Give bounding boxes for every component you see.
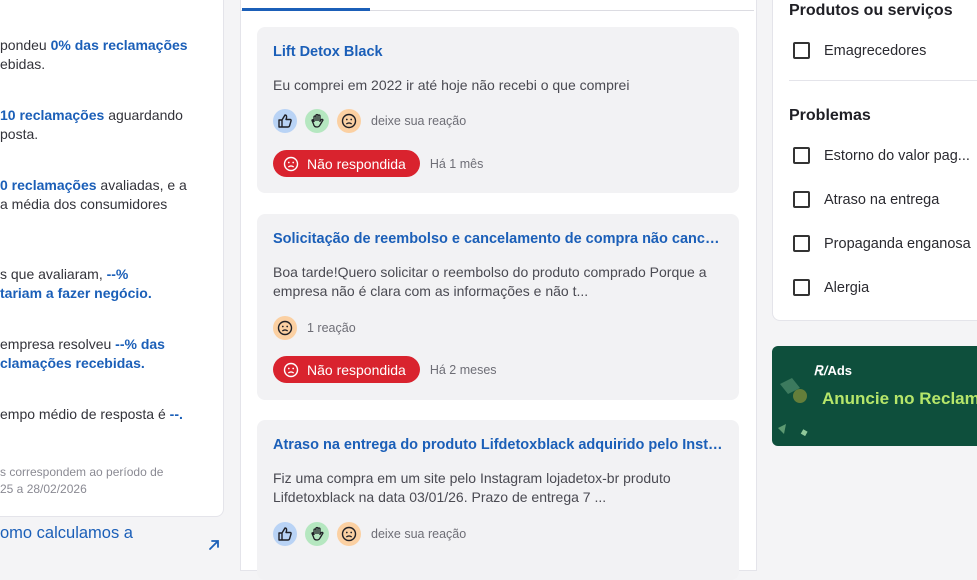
period-note: s correspondem ao período de 25 a 28/02/… — [0, 464, 163, 498]
stat-text: posta. — [0, 126, 39, 142]
tab-active-indicator — [242, 8, 370, 11]
stat-text: a média dos consumidores — [0, 196, 168, 212]
filter-label[interactable]: Emagrecedores — [824, 43, 926, 59]
filter-option-atraso[interactable]: Atraso na entrega — [793, 191, 939, 208]
period-line: s correspondem ao período de — [0, 465, 164, 479]
divider — [789, 80, 977, 81]
checkbox[interactable] — [793, 191, 810, 208]
status-row: Não respondida Há 1 mês — [273, 150, 483, 177]
reaction-label: deixe sua reação — [371, 527, 467, 541]
stat-would-do-business: s que avaliaram, --% tariam a fazer negó… — [0, 265, 205, 303]
sad-face-icon[interactable] — [337, 522, 361, 546]
complaint-time: Há 1 mês — [429, 156, 484, 171]
complaint-title[interactable]: Lift Detox Black — [273, 44, 723, 60]
thumbs-up-icon[interactable] — [273, 109, 297, 133]
stat-text: pondeu — [0, 37, 51, 53]
complaint-time: Há 2 meses — [429, 362, 497, 377]
complaint-title[interactable]: Solicitação de reembolso e cancelamento … — [273, 231, 723, 247]
stat-text: ebidas. — [0, 56, 46, 72]
stat-highlight: --% — [106, 266, 129, 282]
complaint-card[interactable]: Atraso na entrega do produto Lifdetoxbla… — [257, 420, 739, 580]
reaction-bar: deixe sua reação — [273, 109, 466, 133]
filter-label[interactable]: Estorno do valor pag... — [824, 148, 970, 164]
period-line: 25 a 28/02/2026 — [0, 482, 87, 496]
filter-label[interactable]: Atraso na entrega — [824, 192, 939, 208]
how-we-calculate-link[interactable]: omo calculamos a — [0, 524, 133, 543]
stat-text: aguardando — [104, 107, 183, 123]
products-heading: Produtos ou serviços — [789, 2, 953, 19]
reaction-label: deixe sua reação — [371, 114, 467, 128]
status-label: Não respondida — [307, 155, 406, 172]
complaint-title[interactable]: Atraso na entrega do produto Lifdetoxbla… — [273, 437, 723, 453]
stat-text: avaliadas, e a — [96, 177, 187, 193]
checkbox[interactable] — [793, 235, 810, 252]
raised-hand-icon[interactable] — [305, 109, 329, 133]
ra-logo-icon: Ꭱ/ — [814, 363, 828, 378]
filter-label[interactable]: Propaganda enganosa — [824, 236, 971, 252]
complaint-card[interactable]: Solicitação de reembolso e cancelamento … — [257, 214, 739, 400]
stat-response-time: empo médio de resposta é --. — [0, 405, 205, 424]
complaint-excerpt: Eu comprei em 2022 ir até hoje não receb… — [273, 77, 630, 93]
raised-hand-icon[interactable] — [305, 522, 329, 546]
problems-heading: Problemas — [789, 107, 871, 124]
ads-title[interactable]: Anuncie no Reclam — [822, 389, 977, 409]
sad-face-icon[interactable] — [337, 109, 361, 133]
stat-text: empo médio de resposta é — [0, 406, 170, 422]
stat-highlight: 0 reclamações — [0, 177, 97, 193]
stat-awaiting: 10 reclamações aguardando posta. — [0, 106, 205, 144]
stat-highlight: 0% das reclamações — [50, 37, 188, 53]
filter-option-estorno[interactable]: Estorno do valor pag... — [793, 147, 970, 164]
stat-text: empresa resolveu — [0, 336, 116, 352]
stat-highlight: --. — [169, 406, 183, 422]
sad-face-icon — [283, 156, 299, 171]
stat-highlight: 10 reclamações — [0, 107, 105, 123]
complaint-excerpt: Fiz uma compra em um site pelo Instagram… — [273, 470, 671, 505]
status-row: Não respondida Há 2 meses — [273, 356, 497, 383]
filter-option-alergia[interactable]: Alergia — [793, 279, 869, 296]
stat-solved: empresa resolveu --% das clamações receb… — [0, 335, 205, 373]
sad-face-icon — [283, 362, 299, 377]
filter-label[interactable]: Alergia — [824, 280, 869, 296]
coin-illustration-icon — [778, 378, 808, 437]
stat-text: s que avaliaram, — [0, 266, 107, 282]
ads-logo-text: Ads — [827, 363, 853, 378]
filter-option-propaganda[interactable]: Propaganda enganosa — [793, 235, 971, 252]
thumbs-up-icon[interactable] — [273, 522, 297, 546]
checkbox[interactable] — [793, 42, 810, 59]
complaint-excerpt: Boa tarde!Quero solicitar o reembolso do… — [273, 264, 707, 299]
reaction-bar: 1 reação — [273, 316, 356, 340]
stat-evaluated: 0 reclamações avaliadas, e a a média dos… — [0, 176, 205, 214]
checkbox[interactable] — [793, 279, 810, 296]
ads-logo: Ꭱ/Ads — [814, 363, 852, 379]
sad-face-icon[interactable] — [273, 316, 297, 340]
status-badge: Não respondida — [273, 356, 420, 383]
company-stats-panel — [0, 0, 224, 517]
stat-highlight: tariam a fazer negócio. — [0, 285, 152, 301]
external-arrow-icon[interactable] — [206, 537, 222, 553]
status-badge: Não respondida — [273, 150, 420, 177]
complaint-card[interactable]: Lift Detox Black Eu comprei em 2022 ir a… — [257, 27, 739, 193]
reaction-count: 1 reação — [307, 321, 356, 335]
reaction-bar: deixe sua reação — [273, 522, 466, 546]
stat-highlight: clamações recebidas. — [0, 355, 145, 371]
checkbox[interactable] — [793, 147, 810, 164]
stat-highlight: --% das — [115, 336, 165, 352]
filter-option-emagrecedores[interactable]: Emagrecedores — [793, 42, 926, 59]
status-label: Não respondida — [307, 361, 406, 378]
ads-banner[interactable]: Ꭱ/Ads Anuncie no Reclam — [772, 346, 977, 446]
stat-responded: pondeu 0% das reclamações ebidas. — [0, 36, 205, 74]
